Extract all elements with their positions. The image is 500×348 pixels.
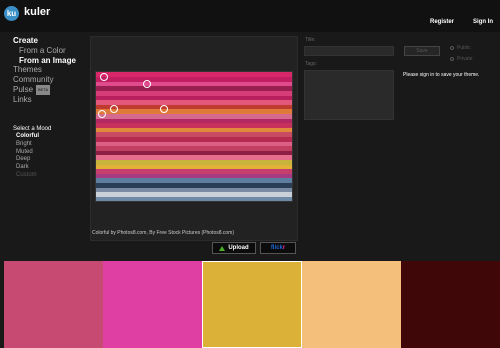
color-picker-marker-1[interactable] <box>100 73 108 81</box>
image-stripe <box>96 141 292 147</box>
tags-label: Tags: <box>305 61 317 67</box>
image-stripe <box>96 177 292 184</box>
image-stripe <box>96 72 292 78</box>
image-credit: Colorful by Photos8.com, By Free Stock P… <box>92 230 234 236</box>
image-stripe <box>96 76 292 82</box>
mood-option-muted[interactable]: Muted <box>13 149 51 157</box>
top-bar: ku kuler Register Sign In <box>0 0 500 32</box>
image-stripe <box>96 159 292 165</box>
private-radio[interactable]: Private <box>450 56 473 62</box>
nav-community[interactable]: Community <box>13 75 76 85</box>
image-stripe <box>96 173 292 179</box>
image-stripe <box>96 187 292 193</box>
image-stripe <box>96 168 292 174</box>
nav-create[interactable]: Create <box>13 36 76 46</box>
mood-heading: Select a Mood <box>13 126 52 132</box>
image-stripe <box>96 108 292 114</box>
image-stripe <box>96 99 292 105</box>
nav-pulse[interactable]: Pulse BETA <box>13 84 76 95</box>
image-stripe <box>96 104 292 110</box>
image-stripe <box>96 145 292 151</box>
image-stripe <box>96 136 292 142</box>
tags-input[interactable] <box>304 70 394 120</box>
source-image[interactable] <box>95 71 293 202</box>
image-stripe <box>96 131 292 137</box>
save-button[interactable]: Save <box>404 46 440 56</box>
color-picker-marker-3[interactable] <box>110 105 118 113</box>
image-stripe <box>96 90 292 96</box>
image-stripe <box>96 95 292 101</box>
flickr-button[interactable]: flick r <box>260 242 296 254</box>
mood-option-deep[interactable]: Deep <box>13 156 51 164</box>
mood-option-colorful[interactable]: Colorful <box>13 133 51 141</box>
color-swatch-1[interactable] <box>4 261 103 348</box>
image-stripe <box>96 191 292 197</box>
beta-badge: BETA <box>36 84 51 95</box>
private-label: Private <box>457 56 473 62</box>
nav-from-an-image[interactable]: From an Image <box>13 56 76 66</box>
mood-selector: Select a Mood Colorful Bright Muted Deep… <box>13 126 51 180</box>
title-input[interactable] <box>304 46 394 56</box>
public-label: Public <box>457 45 471 51</box>
color-swatch-4[interactable] <box>302 261 402 348</box>
mood-option-dark[interactable]: Dark <box>13 164 51 172</box>
color-picker-marker-5[interactable] <box>98 110 106 118</box>
radio-dot-icon <box>450 46 454 50</box>
image-stripe <box>96 85 292 91</box>
image-stripe <box>96 164 292 170</box>
upload-label: Upload <box>228 245 249 251</box>
upload-arrow-icon <box>219 245 226 251</box>
title-label: Title: <box>305 37 316 43</box>
nav-from-a-color[interactable]: From a Color <box>13 46 76 56</box>
upload-button[interactable]: Upload <box>212 242 256 254</box>
color-theme-swatches <box>4 261 500 348</box>
mood-option-bright[interactable]: Bright <box>13 141 51 149</box>
sign-in-message: Please sign in to save your theme. <box>403 72 480 78</box>
nav-links[interactable]: Links <box>13 95 76 105</box>
mood-option-custom: Custom <box>16 171 37 178</box>
main-nav: Create From a Color From an Image Themes… <box>13 36 76 105</box>
image-stripe <box>96 196 292 201</box>
color-swatch-3[interactable] <box>201 261 303 348</box>
image-stripe <box>96 81 292 87</box>
image-stripe <box>96 127 292 133</box>
flickr-logo-part-2: r <box>282 245 286 251</box>
register-link[interactable]: Register <box>430 19 454 25</box>
image-stripe <box>96 150 292 156</box>
image-stripe <box>96 118 292 124</box>
color-picker-marker-4[interactable] <box>160 105 168 113</box>
image-stripe <box>96 122 292 128</box>
color-swatch-2[interactable] <box>102 261 202 348</box>
image-stripe <box>96 182 292 188</box>
brand-name[interactable]: kuler <box>24 6 50 18</box>
nav-pulse-label: Pulse <box>13 85 34 94</box>
public-radio[interactable]: Public <box>450 45 471 51</box>
color-swatch-5[interactable] <box>401 261 500 348</box>
radio-dot-icon <box>450 57 454 61</box>
image-stripe <box>96 113 292 119</box>
image-stripe <box>96 154 292 161</box>
nav-themes[interactable]: Themes <box>13 65 76 75</box>
sign-in-link[interactable]: Sign In <box>473 19 493 25</box>
kuler-logo[interactable]: ku <box>4 6 19 21</box>
flickr-logo-part-1: flick <box>270 245 283 251</box>
color-picker-marker-2[interactable] <box>143 80 151 88</box>
